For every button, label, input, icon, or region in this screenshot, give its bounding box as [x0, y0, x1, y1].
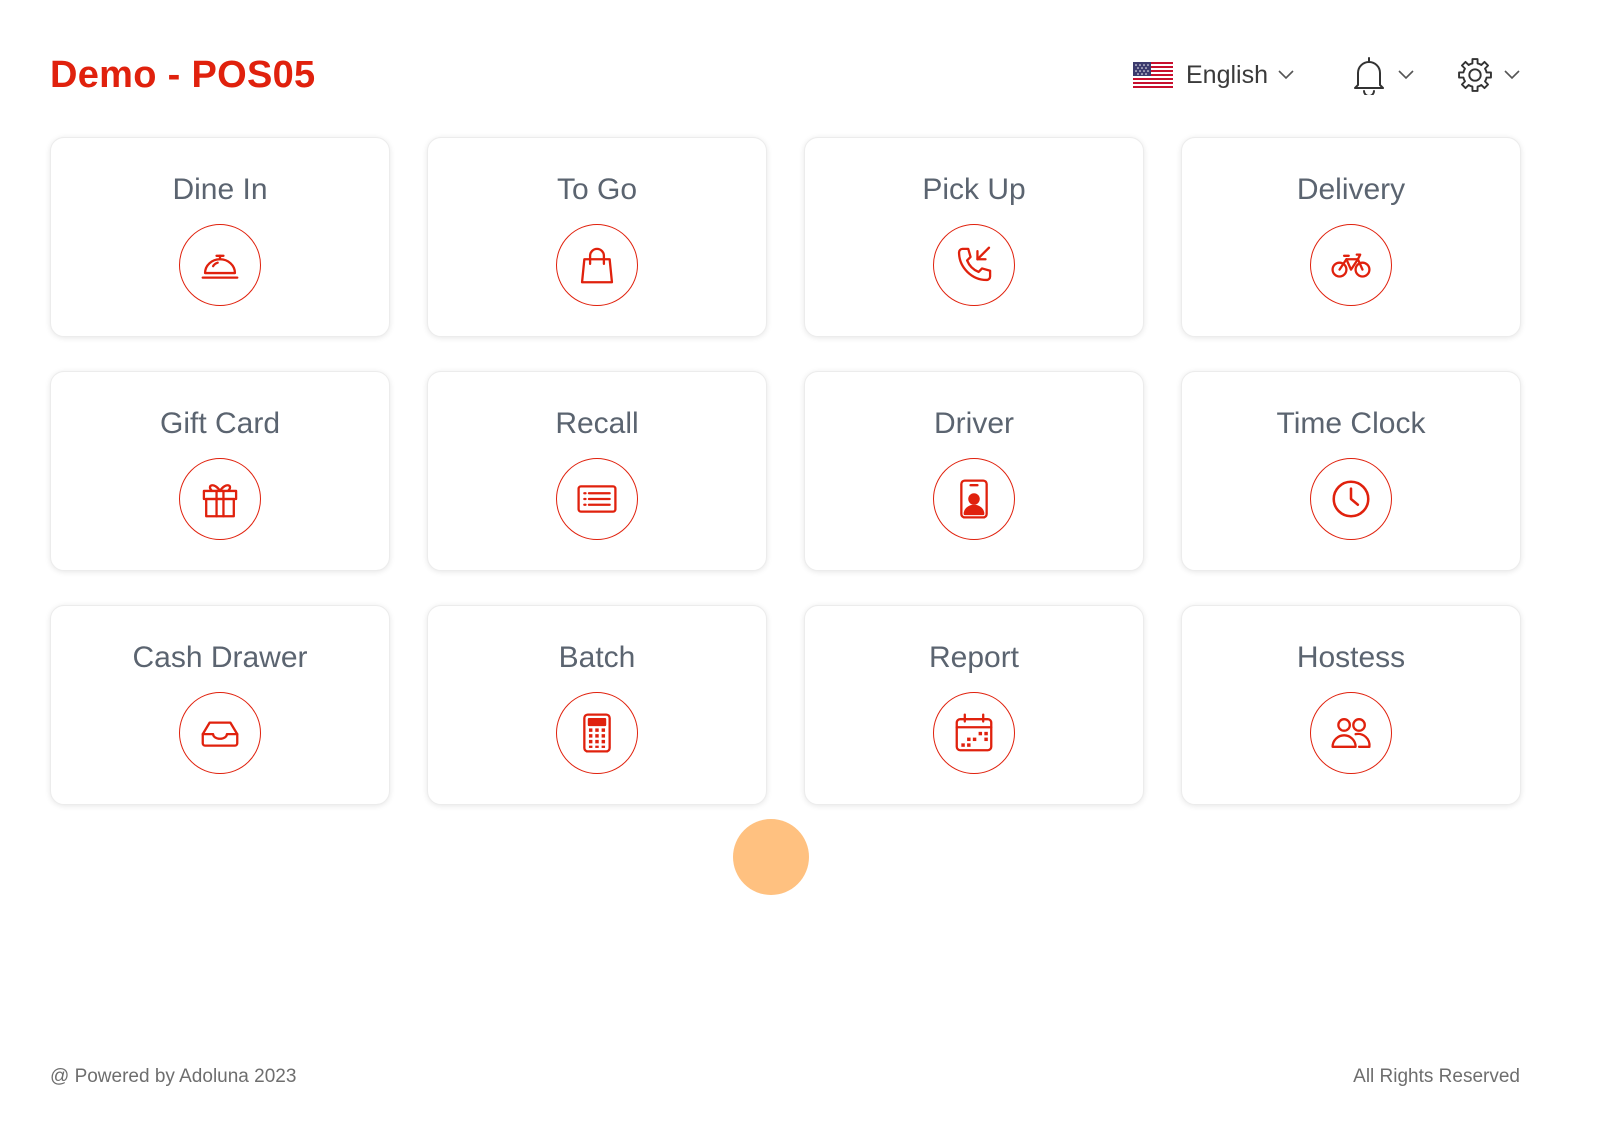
header-controls: English [1133, 55, 1520, 95]
gift-icon [179, 458, 261, 540]
app-title: Demo - POS05 [50, 53, 316, 96]
tile-report[interactable]: Report [804, 605, 1144, 805]
tile-label: Hostess [1296, 641, 1406, 674]
tray-icon [179, 692, 261, 774]
phone-incoming-icon [933, 224, 1015, 306]
us-flag-icon [1133, 62, 1173, 88]
tile-cash-drawer[interactable]: Cash Drawer [50, 605, 390, 805]
footer-rights: All Rights Reserved [1353, 1066, 1520, 1087]
calculator-icon [556, 692, 638, 774]
tile-hostess[interactable]: Hostess [1181, 605, 1521, 805]
bicycle-icon [1310, 224, 1392, 306]
tile-label: Delivery [1296, 173, 1406, 206]
tile-recall[interactable]: Recall [427, 371, 767, 571]
tile-dine-in[interactable]: Dine In [50, 137, 390, 337]
tile-to-go[interactable]: To Go [427, 137, 767, 337]
tile-delivery[interactable]: Delivery [1181, 137, 1521, 337]
tile-gift-card[interactable]: Gift Card [50, 371, 390, 571]
notifications-button[interactable] [1350, 55, 1414, 95]
tile-label: Gift Card [159, 407, 281, 440]
tile-label: To Go [556, 173, 638, 206]
header: Demo - POS05 English [50, 40, 1520, 110]
calendar-icon [933, 692, 1015, 774]
tile-driver[interactable]: Driver [804, 371, 1144, 571]
gear-icon [1458, 58, 1492, 92]
tile-label: Report [928, 641, 1020, 674]
settings-button[interactable] [1456, 55, 1520, 95]
tile-pick-up[interactable]: Pick Up [804, 137, 1144, 337]
bell-icon [1354, 57, 1384, 95]
id-badge-icon [933, 458, 1015, 540]
tile-batch[interactable]: Batch [427, 605, 767, 805]
chevron-down-icon [1398, 70, 1414, 80]
clock-icon [1310, 458, 1392, 540]
tile-label: Cash Drawer [132, 641, 308, 674]
tile-label: Recall [555, 407, 639, 440]
touch-indicator [733, 819, 809, 895]
tile-time-clock[interactable]: Time Clock [1181, 371, 1521, 571]
food-cloche-icon [179, 224, 261, 306]
function-grid: Dine In To Go Pick Up Delivery Gift Card… [50, 137, 1521, 805]
chevron-down-icon [1278, 70, 1294, 80]
shopping-bag-icon [556, 224, 638, 306]
language-label: English [1186, 60, 1268, 89]
tile-label: Driver [934, 407, 1014, 440]
people-icon [1310, 692, 1392, 774]
tile-label: Time Clock [1276, 407, 1426, 440]
list-icon [556, 458, 638, 540]
language-selector[interactable]: English [1133, 61, 1294, 90]
tile-label: Pick Up [922, 173, 1026, 206]
tile-label: Dine In [172, 173, 268, 206]
tile-label: Batch [558, 641, 636, 674]
chevron-down-icon [1504, 70, 1520, 80]
footer-powered-by: @ Powered by Adoluna 2023 [50, 1066, 297, 1087]
